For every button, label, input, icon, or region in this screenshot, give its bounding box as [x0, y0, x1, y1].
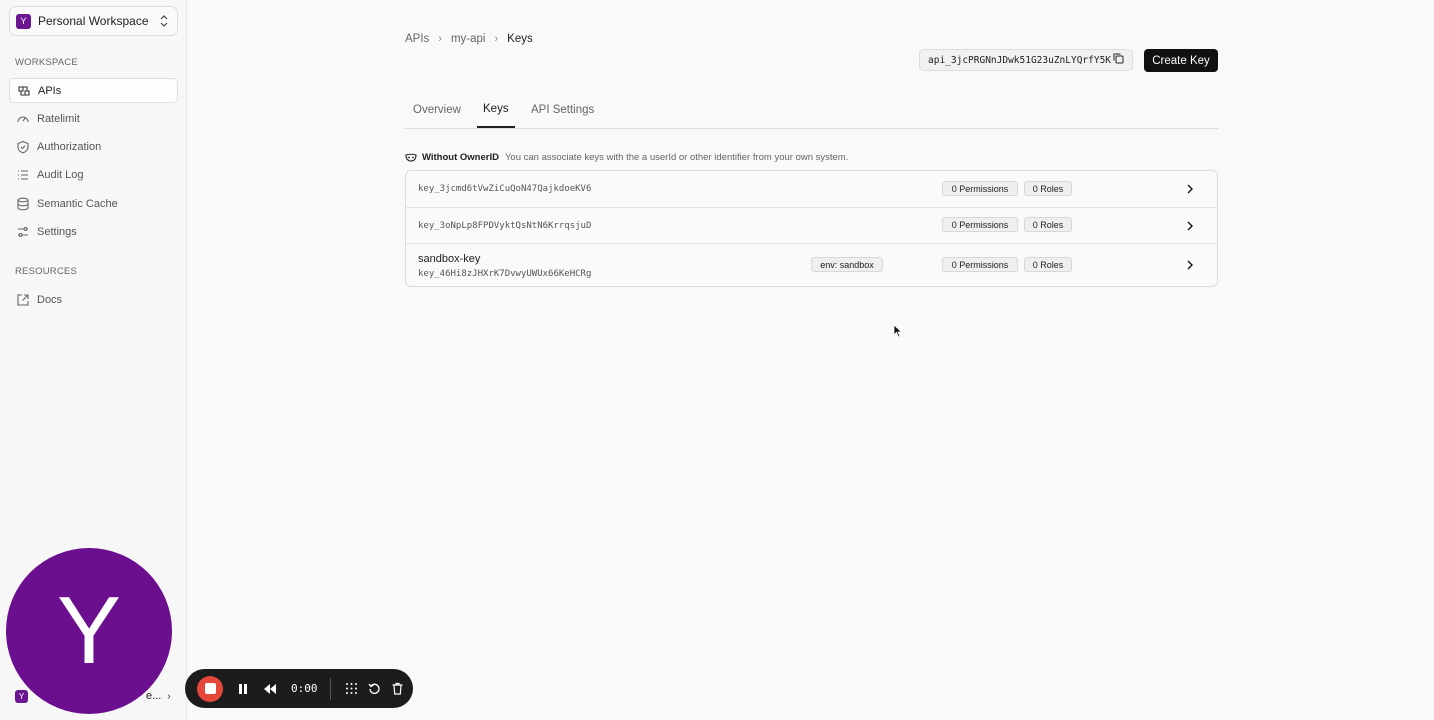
roles-badge: 0 Roles — [1024, 257, 1072, 272]
database-icon — [17, 197, 29, 210]
user-logo: Y — [15, 689, 28, 703]
permissions-badge: 0 Permissions — [942, 217, 1018, 232]
screen-recorder-bar: 0:00 — [185, 669, 413, 708]
sidebar-item-apis[interactable]: APIs — [9, 78, 178, 103]
sidebar-item-label: Settings — [37, 225, 77, 238]
breadcrumb-my-api[interactable]: my-api — [451, 33, 486, 45]
sidebar-item-label: Docs — [37, 293, 63, 306]
stop-recording-button[interactable] — [197, 675, 223, 702]
breadcrumb-apis[interactable]: APIs — [405, 33, 429, 45]
sidebar-item-label: APIs — [38, 84, 62, 97]
sidebar-item-audit-log[interactable]: Audit Log — [9, 162, 178, 187]
tab-keys[interactable]: Keys — [477, 92, 515, 128]
apis-icon — [18, 85, 30, 96]
table-row[interactable]: key_3jcmd6tVwZiCuQoN47QajkdoeKV6 0 Permi… — [406, 171, 1217, 208]
breadcrumb: APIs › my-api › Keys — [405, 33, 533, 45]
workspace-name: Personal Workspace — [38, 14, 149, 28]
permissions-badge: 0 Permissions — [942, 257, 1018, 272]
tab-api-settings[interactable]: API Settings — [531, 92, 594, 128]
chevron-up-down-icon — [160, 15, 168, 27]
user-name: e... — [146, 690, 162, 702]
copy-icon[interactable] — [1113, 53, 1124, 67]
pause-icon[interactable] — [237, 683, 249, 695]
tab-overview[interactable]: Overview — [413, 92, 461, 128]
key-id: key_3oNpLp8FPDVyktQsNtN6KrrqsjuD — [418, 221, 592, 231]
sidebar-item-docs[interactable]: Docs — [9, 287, 178, 312]
workspace-switcher[interactable]: Y Personal Workspace — [9, 6, 178, 36]
recording-time: 0:00 — [291, 682, 318, 695]
external-link-icon — [17, 293, 29, 306]
shield-icon — [17, 140, 29, 153]
sidebar-item-label: Semantic Cache — [37, 197, 118, 210]
roles-badge: 0 Roles — [1024, 181, 1072, 196]
settings-icon — [18, 226, 28, 237]
avatar: Y — [6, 548, 172, 714]
table-row[interactable]: key_3oNpLp8FPDVyktQsNtN6KrrqsjuD 0 Permi… — [406, 208, 1217, 244]
workspace-section-label: WORKSPACE — [15, 57, 78, 68]
sidebar-item-authorization[interactable]: Authorization — [9, 134, 178, 159]
key-name: sandbox-key — [418, 253, 481, 265]
table-row[interactable]: sandbox-key key_46Hi8zJHXrK7DvwyUWUx66Ke… — [406, 244, 1217, 286]
resources-section-label: RESOURCES — [15, 266, 77, 277]
owner-note: Without OwnerID You can associate keys w… — [405, 152, 848, 163]
trash-icon[interactable] — [391, 682, 404, 695]
restart-icon[interactable] — [367, 682, 381, 695]
chevron-right-icon[interactable] — [1185, 183, 1195, 195]
breadcrumb-keys[interactable]: Keys — [507, 33, 533, 45]
api-id-value: api_3jcPRGNnJDwk51G23uZnLYQrfY5K — [928, 54, 1112, 66]
tab-bar: Overview Keys API Settings — [405, 92, 1218, 129]
api-id-field: api_3jcPRGNnJDwk51G23uZnLYQrfY5K — [919, 49, 1133, 71]
chevron-right-icon: › — [167, 690, 171, 702]
rewind-icon[interactable] — [263, 683, 277, 695]
grid-icon[interactable] — [345, 682, 358, 695]
key-id: key_46Hi8zJHXrK7DvwyUWUx66KeHCRg — [418, 269, 592, 279]
sidebar-item-label: Ratelimit — [37, 112, 80, 125]
key-id: key_3jcmd6tVwZiCuQoN47QajkdoeKV6 — [418, 184, 592, 194]
chevron-right-icon: › — [494, 33, 499, 45]
env-badge: env: sandbox — [811, 257, 883, 272]
sidebar-item-ratelimit[interactable]: Ratelimit — [9, 106, 178, 131]
keys-table: key_3jcmd6tVwZiCuQoN47QajkdoeKV6 0 Permi… — [405, 170, 1218, 287]
chevron-right-icon[interactable] — [1185, 259, 1195, 271]
sidebar-item-settings[interactable]: Settings — [9, 219, 178, 244]
create-key-button[interactable]: Create Key — [1144, 49, 1218, 72]
permissions-badge: 0 Permissions — [942, 181, 1018, 196]
gauge-icon — [17, 116, 29, 122]
chevron-right-icon: › — [438, 33, 442, 45]
divider — [329, 677, 331, 700]
workspace-logo: Y — [16, 13, 31, 29]
list-icon — [18, 169, 28, 180]
sidebar-item-label: Audit Log — [37, 168, 84, 181]
owner-note-title: Without OwnerID — [422, 152, 499, 163]
owner-note-text: You can associate keys with the a userId… — [504, 152, 849, 163]
mask-icon — [405, 153, 417, 162]
mouse-cursor-icon — [893, 324, 903, 338]
roles-badge: 0 Roles — [1024, 217, 1072, 232]
sidebar-item-label: Authorization — [37, 140, 102, 153]
sidebar-item-semantic-cache[interactable]: Semantic Cache — [9, 191, 178, 216]
chevron-right-icon[interactable] — [1185, 220, 1195, 232]
